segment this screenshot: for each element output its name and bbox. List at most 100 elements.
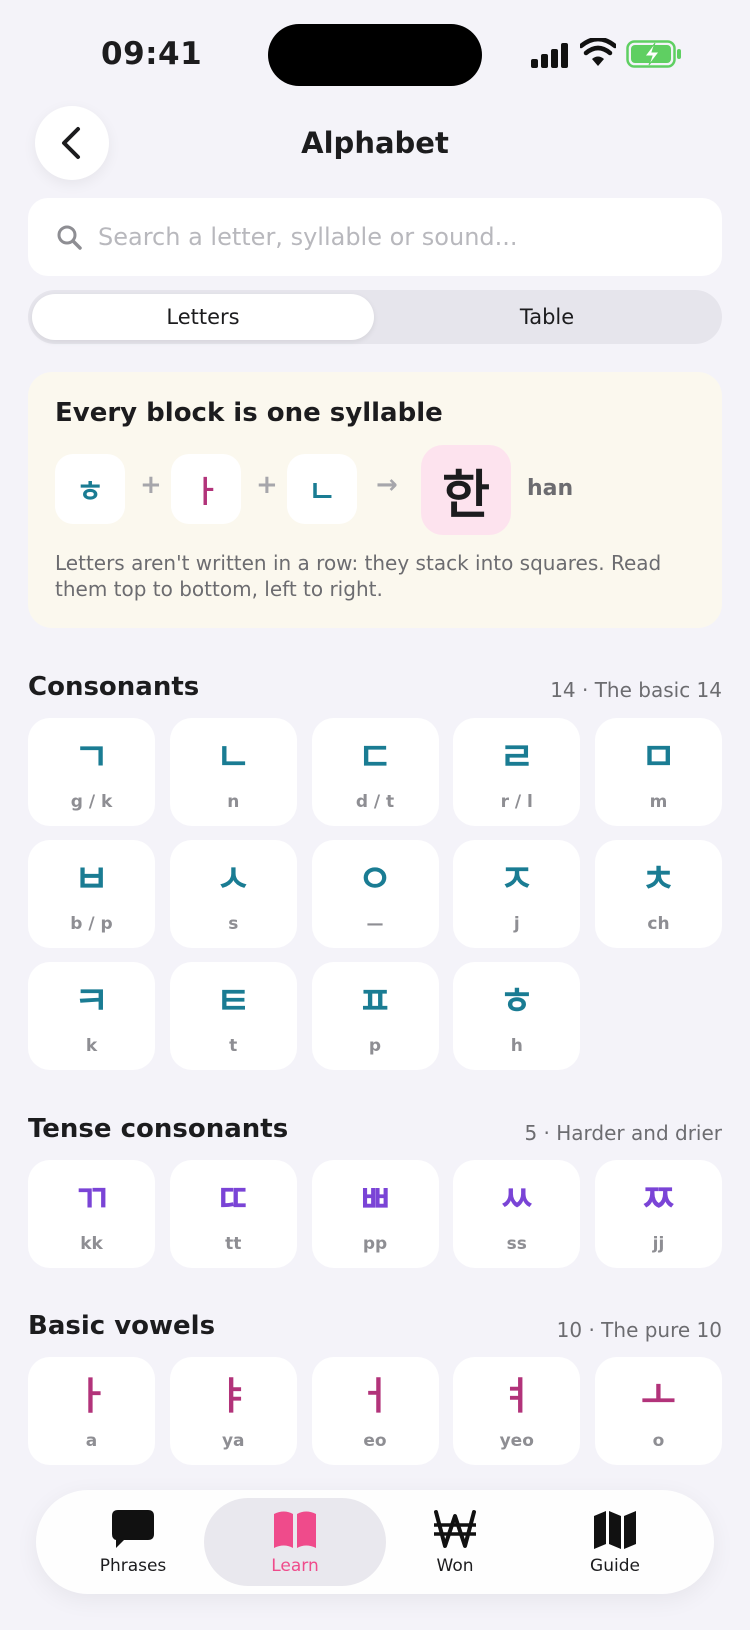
plus-sign: +: [140, 470, 162, 500]
syllable-intro-card: Every block is one syllable ㅎ + ㅏ + ㄴ → …: [28, 372, 722, 628]
tab-label: Won: [436, 1556, 474, 1576]
tab-label: Guide: [590, 1556, 640, 1576]
won-icon: [434, 1510, 476, 1548]
letter-glyph: ㄹ: [499, 735, 535, 779]
letter-tile[interactable]: ㅗo: [595, 1357, 722, 1465]
letter-roman: jj: [652, 1234, 665, 1254]
intro-result-syllable: 한: [421, 445, 511, 535]
letter-roman: m: [649, 792, 668, 812]
letter-roman: o: [652, 1431, 665, 1451]
intro-part-vowel: ㅏ: [171, 454, 241, 524]
letter-tile[interactable]: ㅕ yeo: [453, 1357, 581, 1465]
map-icon: [594, 1511, 636, 1549]
letter-roman: g / k: [70, 792, 113, 812]
letter-glyph: ㅅ: [215, 857, 251, 901]
tab-learn[interactable]: Learn: [220, 1490, 370, 1594]
letter-roman: ss: [506, 1234, 527, 1254]
letter-roman: yeo: [499, 1431, 534, 1451]
letter-tile[interactable]: ㅃ pp: [311, 1160, 439, 1268]
letter-tile[interactable]: ㄹ r / l: [453, 718, 581, 826]
dynamic-island: [268, 24, 482, 86]
intro-part-consonant: ㅎ: [55, 454, 125, 524]
letter-glyph: ㅃ: [357, 1177, 393, 1221]
section-title-vowels: Basic vowels: [28, 1311, 216, 1341]
letter-tile[interactable]: ㅅs: [169, 840, 297, 948]
letter-roman: s: [228, 914, 239, 934]
letter-tile[interactable]: ㅁm: [595, 718, 722, 826]
tab-guide[interactable]: Guide: [540, 1490, 690, 1594]
segment-letters[interactable]: Letters: [32, 294, 374, 340]
intro-part-final: ㄴ: [287, 454, 357, 524]
tab-bar: Phrases Learn Won Guide: [36, 1490, 714, 1594]
arrow-right-icon: →: [376, 470, 398, 500]
letter-tile[interactable]: ㅋk: [28, 962, 155, 1070]
wifi-icon: [580, 38, 616, 66]
letter-tile[interactable]: ㅊ ch: [595, 840, 722, 948]
letter-roman: k: [85, 1036, 98, 1056]
letter-glyph: ㅉ: [641, 1177, 676, 1221]
letter-roman: tt: [225, 1234, 242, 1254]
letter-tile[interactable]: ㄲ kk: [28, 1160, 155, 1268]
letter-roman: a: [85, 1431, 98, 1451]
letter-glyph: ㅊ: [641, 857, 676, 901]
letter-glyph: ㅏ: [74, 1374, 109, 1418]
segment-table[interactable]: Table: [376, 294, 718, 340]
cellular-signal-icon: [531, 40, 571, 68]
letter-glyph: ㅋ: [74, 979, 109, 1023]
letter-glyph: ㄴ: [215, 735, 251, 779]
letter-tile[interactable]: ㄸ tt: [169, 1160, 297, 1268]
letter-glyph: ㅑ: [215, 1374, 251, 1418]
letter-tile[interactable]: ㅑ ya: [169, 1357, 297, 1465]
letter-roman: j: [513, 914, 520, 934]
section-meta-tense: 5 · Harder and drier: [524, 1121, 722, 1145]
battery-charging-icon: [626, 40, 681, 68]
letter-glyph: ㅕ: [499, 1374, 535, 1418]
letter-roman: n: [227, 792, 240, 812]
section-title-tense: Tense consonants: [28, 1114, 289, 1144]
section-title-consonants: Consonants: [28, 672, 200, 702]
intro-title: Every block is one syllable: [55, 398, 443, 428]
letter-roman: —: [366, 914, 384, 934]
letter-tile[interactable]: ㄴn: [169, 718, 297, 826]
letter-roman: p: [368, 1036, 382, 1056]
letter-tile[interactable]: ㄱ g / k: [28, 718, 155, 826]
search-input[interactable]: [98, 223, 698, 251]
letter-roman: pp: [362, 1234, 388, 1254]
tab-label: Learn: [271, 1556, 319, 1576]
tab-won[interactable]: Won: [380, 1490, 530, 1594]
letter-tile[interactable]: ㅓ eo: [311, 1357, 439, 1465]
letter-glyph: ㅎ: [499, 979, 535, 1023]
letter-roman: eo: [363, 1431, 387, 1451]
letter-tile[interactable]: ㅌt: [169, 962, 297, 1070]
letter-tile[interactable]: ㅉ jj: [595, 1160, 722, 1268]
search-bar: [28, 198, 722, 276]
letter-tile[interactable]: ㅂ b / p: [28, 840, 155, 948]
intro-description: Letters aren't written in a row: they st…: [55, 551, 662, 601]
vowels-grid: ㅏa ㅑ ya ㅓ eo ㅕ yeo ㅗo: [28, 1357, 722, 1465]
letter-tile[interactable]: ㅏa: [28, 1357, 155, 1465]
letter-roman: t: [229, 1036, 238, 1056]
chat-bubble-icon: [112, 1510, 154, 1548]
page-title: Alphabet: [301, 126, 449, 160]
letter-roman: h: [510, 1036, 523, 1056]
letter-glyph: ㄲ: [74, 1177, 109, 1221]
letter-tile[interactable]: ㅍp: [311, 962, 439, 1070]
search-icon: [57, 225, 82, 250]
letter-roman: ya: [221, 1431, 245, 1451]
letter-glyph: ㅍ: [357, 979, 393, 1023]
letter-tile[interactable]: ㅆ ss: [453, 1160, 581, 1268]
letter-tile[interactable]: ㅇ —: [311, 840, 439, 948]
letter-roman: ch: [647, 914, 670, 934]
tab-phrases[interactable]: Phrases: [58, 1490, 208, 1594]
letter-tile[interactable]: ㄷ d / t: [311, 718, 439, 826]
letter-roman: r / l: [500, 792, 533, 812]
intro-result-roman: han: [527, 476, 574, 501]
letter-tile[interactable]: ㅎh: [453, 962, 581, 1070]
letter-glyph: ㅇ: [357, 857, 393, 901]
letter-glyph: ㅂ: [74, 857, 109, 901]
view-segmented-control: Letters Table: [28, 290, 722, 344]
tab-label: Phrases: [99, 1556, 167, 1576]
letter-glyph: ㄸ: [215, 1177, 251, 1221]
letter-tile[interactable]: ㅈj: [453, 840, 581, 948]
letter-roman: b / p: [70, 914, 113, 934]
